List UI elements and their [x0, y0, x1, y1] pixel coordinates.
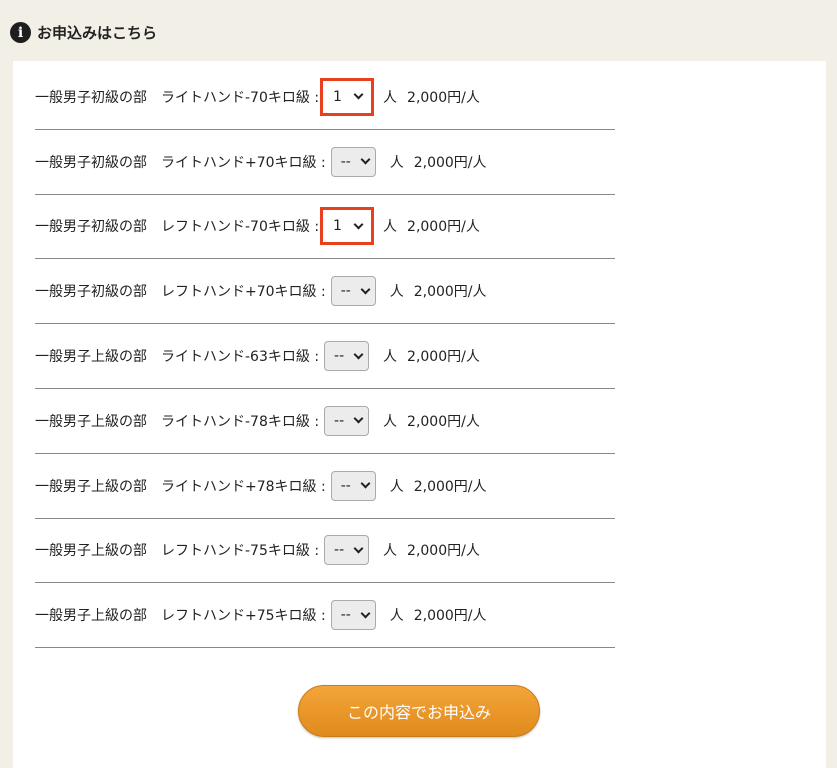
unit-label: 人: [389, 284, 404, 301]
quantity-value: --: [334, 348, 345, 365]
chevron-down-icon: [353, 543, 364, 554]
chevron-down-icon: [353, 219, 364, 230]
quantity-value: --: [340, 283, 351, 300]
submit-button[interactable]: この内容でお申込み: [298, 685, 540, 737]
unit-label: 人: [389, 478, 404, 495]
quantity-select[interactable]: 1: [325, 81, 370, 112]
unit-label: 人: [383, 89, 398, 106]
quantity-value: --: [340, 607, 351, 624]
price-label: 2,000円/人: [407, 413, 480, 430]
entry-row: 一般男子上級の部 ライトハンド-78キロ級 : -- 人 2,000円/人: [35, 389, 615, 454]
quantity-select[interactable]: --: [330, 146, 376, 177]
category-label: 一般男子上級の部 レフトハンド+75キロ級 :: [35, 608, 326, 625]
quantity-select[interactable]: --: [330, 276, 376, 307]
quantity-select[interactable]: --: [324, 341, 370, 372]
quantity-select[interactable]: --: [324, 535, 370, 566]
quantity-value: 1: [333, 218, 342, 235]
entry-list: 一般男子初級の部 ライトハンド-70キロ級 : 1 人 2,000円/人 一般男…: [35, 65, 615, 649]
chevron-down-icon: [360, 478, 371, 489]
price-label: 2,000円/人: [413, 478, 487, 495]
unit-label: 人: [389, 608, 404, 625]
category-label: 一般男子上級の部 ライトハンド+78キロ級 :: [35, 478, 326, 495]
price-label: 2,000円/人: [413, 284, 487, 301]
chevron-down-icon: [360, 154, 371, 165]
price-label: 2,000円/人: [413, 608, 487, 625]
unit-label: 人: [389, 154, 404, 171]
category-label: 一般男子初級の部 ライトハンド-70キロ級 :: [35, 89, 320, 106]
entry-row: 一般男子上級の部 レフトハンド-75キロ級 : -- 人 2,000円/人: [35, 519, 615, 584]
entry-row: 一般男子上級の部 ライトハンド+78キロ級 : -- 人 2,000円/人: [35, 454, 615, 519]
price-label: 2,000円/人: [407, 89, 480, 106]
quantity-select[interactable]: --: [324, 405, 370, 436]
quantity-value: 1: [333, 88, 342, 105]
unit-label: 人: [383, 543, 398, 560]
unit-label: 人: [383, 413, 398, 430]
chevron-down-icon: [360, 284, 371, 295]
qty-highlight: 1: [320, 207, 375, 246]
category-label: 一般男子初級の部 ライトハンド+70キロ級 :: [35, 154, 326, 171]
quantity-select[interactable]: 1: [325, 211, 370, 242]
category-label: 一般男子上級の部 ライトハンド-78キロ級 :: [35, 413, 320, 430]
section-header: i お申込みはこちら: [10, 22, 157, 43]
entry-row: 一般男子初級の部 ライトハンド-70キロ級 : 1 人 2,000円/人: [35, 65, 615, 130]
category-label: 一般男子上級の部 ライトハンド-63キロ級 :: [35, 349, 320, 366]
application-panel: 一般男子初級の部 ライトハンド-70キロ級 : 1 人 2,000円/人 一般男…: [13, 61, 826, 768]
entry-row: 一般男子初級の部 レフトハンド-70キロ級 : 1 人 2,000円/人: [35, 195, 615, 260]
quantity-select[interactable]: --: [330, 600, 376, 631]
chevron-down-icon: [360, 608, 371, 619]
price-label: 2,000円/人: [407, 349, 480, 366]
entry-row: 一般男子初級の部 ライトハンド+70キロ級 : -- 人 2,000円/人: [35, 130, 615, 195]
category-label: 一般男子上級の部 レフトハンド-75キロ級 :: [35, 543, 320, 560]
quantity-value: --: [340, 477, 351, 494]
category-label: 一般男子初級の部 レフトハンド-70キロ級 :: [35, 219, 320, 236]
price-label: 2,000円/人: [407, 219, 480, 236]
quantity-value: --: [340, 153, 351, 170]
price-label: 2,000円/人: [407, 543, 480, 560]
price-label: 2,000円/人: [413, 154, 487, 171]
quantity-value: --: [334, 542, 345, 559]
quantity-select[interactable]: --: [330, 470, 376, 501]
section-title: お申込みはこちら: [37, 24, 158, 42]
quantity-value: --: [334, 412, 345, 429]
unit-label: 人: [383, 219, 398, 236]
qty-highlight: 1: [320, 77, 375, 116]
entry-row: 一般男子上級の部 レフトハンド+75キロ級 : -- 人 2,000円/人: [35, 583, 615, 649]
chevron-down-icon: [353, 413, 364, 424]
entry-row: 一般男子上級の部 ライトハンド-63キロ級 : -- 人 2,000円/人: [35, 324, 615, 389]
category-label: 一般男子初級の部 レフトハンド+70キロ級 :: [35, 284, 326, 301]
chevron-down-icon: [353, 89, 364, 100]
entry-row: 一般男子初級の部 レフトハンド+70キロ級 : -- 人 2,000円/人: [35, 259, 615, 325]
unit-label: 人: [383, 349, 398, 366]
info-icon: i: [10, 22, 31, 43]
chevron-down-icon: [353, 349, 364, 360]
